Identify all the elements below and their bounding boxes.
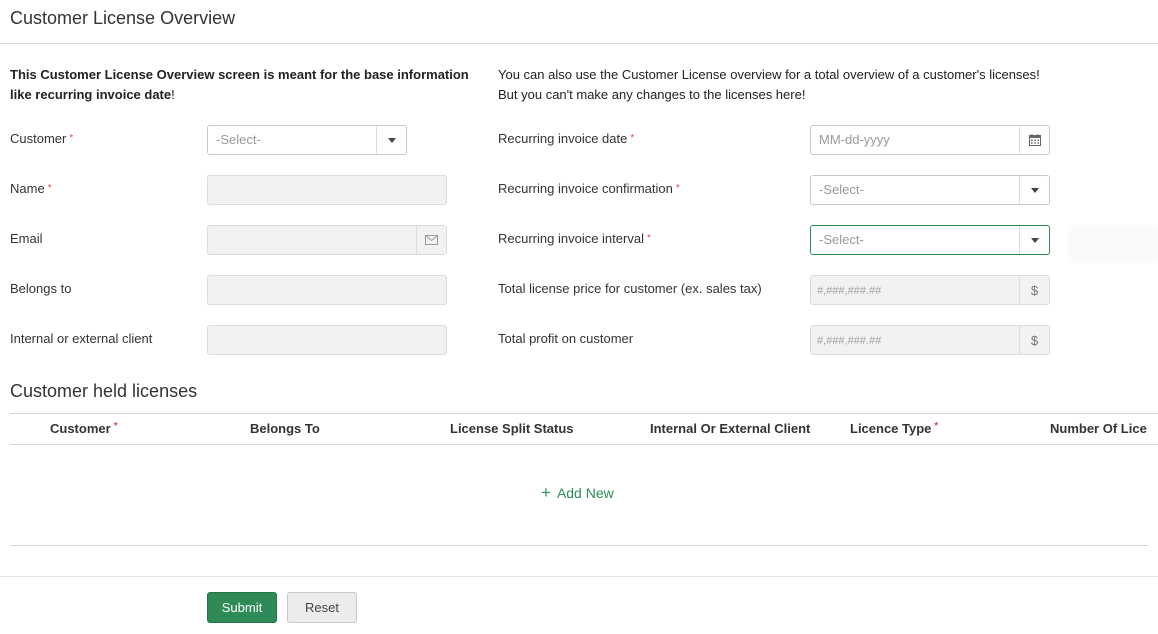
reset-button[interactable]: Reset bbox=[287, 592, 357, 623]
required-mark: * bbox=[646, 233, 651, 244]
plus-icon: + bbox=[541, 483, 551, 502]
recurring-confirmation-label-text: Recurring invoice confirmation bbox=[498, 181, 673, 196]
required-mark: * bbox=[113, 421, 118, 432]
column-label: Number Of Lice bbox=[1050, 421, 1147, 436]
add-new-button[interactable]: + Add New bbox=[541, 483, 614, 502]
column-header-customer[interactable]: Customer * bbox=[50, 421, 118, 436]
internal-external-field[interactable] bbox=[207, 325, 447, 355]
recurring-date-label-text: Recurring invoice date bbox=[498, 131, 628, 146]
column-header-license-split-status[interactable]: License Split Status bbox=[450, 421, 574, 436]
column-label: License Split Status bbox=[450, 421, 574, 436]
recurring-confirmation-select[interactable]: -Select- bbox=[810, 175, 1050, 205]
name-label: Name * bbox=[10, 181, 52, 197]
intro-right-line1: You can also use the Customer License ov… bbox=[498, 67, 1040, 82]
calendar-icon[interactable] bbox=[1019, 126, 1049, 154]
intro-left-tail: ! bbox=[171, 87, 175, 102]
required-mark: * bbox=[934, 421, 939, 432]
required-mark: * bbox=[47, 183, 52, 194]
recurring-confirmation-label: Recurring invoice confirmation * bbox=[498, 181, 680, 197]
table-divider bbox=[10, 545, 1148, 546]
ghost-overlay bbox=[1068, 225, 1158, 263]
required-mark: * bbox=[69, 133, 74, 144]
customer-select-value: -Select- bbox=[216, 132, 261, 147]
intro-left-bold: This Customer License Overview screen is… bbox=[10, 67, 469, 102]
dollar-addon: $ bbox=[1019, 276, 1049, 304]
required-mark: * bbox=[630, 133, 635, 144]
footer-divider bbox=[0, 576, 1158, 577]
recurring-confirmation-value: -Select- bbox=[819, 182, 864, 197]
total-profit-label: Total profit on customer bbox=[498, 331, 634, 346]
customer-label: Customer * bbox=[10, 131, 73, 147]
name-field[interactable] bbox=[207, 175, 447, 205]
column-header-internal-external[interactable]: Internal Or External Client bbox=[650, 421, 810, 436]
chevron-down-icon[interactable] bbox=[1019, 176, 1049, 204]
column-label: Customer bbox=[50, 421, 111, 436]
total-price-label: Total license price for customer (ex. sa… bbox=[498, 281, 762, 296]
total-profit-placeholder: #,###,###.## bbox=[817, 335, 882, 347]
belongs-to-label: Belongs to bbox=[10, 281, 72, 296]
internal-external-label: Internal or external client bbox=[10, 331, 153, 346]
belongs-to-field[interactable] bbox=[207, 275, 447, 305]
recurring-interval-label-text: Recurring invoice interval bbox=[498, 231, 644, 246]
recurring-interval-value: -Select- bbox=[819, 232, 864, 247]
column-header-belongs-to[interactable]: Belongs To bbox=[250, 421, 320, 436]
total-price-field[interactable]: #,###,###.## $ bbox=[810, 275, 1050, 305]
column-label: Licence Type bbox=[850, 421, 932, 436]
column-label: Belongs To bbox=[250, 421, 320, 436]
intro-right-text: You can also use the Customer License ov… bbox=[498, 65, 1138, 105]
submit-button[interactable]: Submit bbox=[207, 592, 277, 623]
envelope-icon bbox=[416, 226, 446, 254]
dollar-addon: $ bbox=[1019, 326, 1049, 354]
recurring-date-input[interactable]: MM-dd-yyyy bbox=[810, 125, 1050, 155]
name-label-text: Name bbox=[10, 181, 45, 196]
add-new-label: Add New bbox=[556, 485, 614, 501]
licenses-section-title: Customer held licenses bbox=[10, 381, 198, 401]
email-label: Email bbox=[10, 231, 43, 246]
recurring-date-label: Recurring invoice date * bbox=[498, 131, 634, 147]
total-price-placeholder: #,###,###.## bbox=[817, 285, 882, 297]
customer-label-text: Customer bbox=[10, 131, 67, 146]
chevron-down-icon[interactable] bbox=[376, 126, 406, 154]
intro-right-line2: But you can't make any changes to the li… bbox=[498, 87, 806, 102]
recurring-interval-label: Recurring invoice interval * bbox=[498, 231, 651, 247]
column-label: Internal Or External Client bbox=[650, 421, 811, 436]
column-header-licence-type[interactable]: Licence Type * bbox=[850, 421, 938, 436]
intro-left-text: This Customer License Overview screen is… bbox=[10, 65, 480, 105]
page-title: Customer License Overview bbox=[10, 8, 236, 28]
column-header-number-of-licenses[interactable]: Number Of Lice bbox=[1050, 421, 1147, 436]
chevron-down-icon[interactable] bbox=[1019, 226, 1049, 254]
required-mark: * bbox=[675, 183, 680, 194]
total-profit-field[interactable]: #,###,###.## $ bbox=[810, 325, 1050, 355]
recurring-interval-select[interactable]: -Select- bbox=[810, 225, 1050, 255]
email-field[interactable] bbox=[207, 225, 447, 255]
recurring-date-placeholder: MM-dd-yyyy bbox=[819, 132, 890, 147]
customer-select[interactable]: -Select- bbox=[207, 125, 407, 155]
licenses-table-header: Customer * Belongs To License Split Statu… bbox=[10, 413, 1158, 445]
page-header: Customer License Overview bbox=[0, 0, 1158, 44]
